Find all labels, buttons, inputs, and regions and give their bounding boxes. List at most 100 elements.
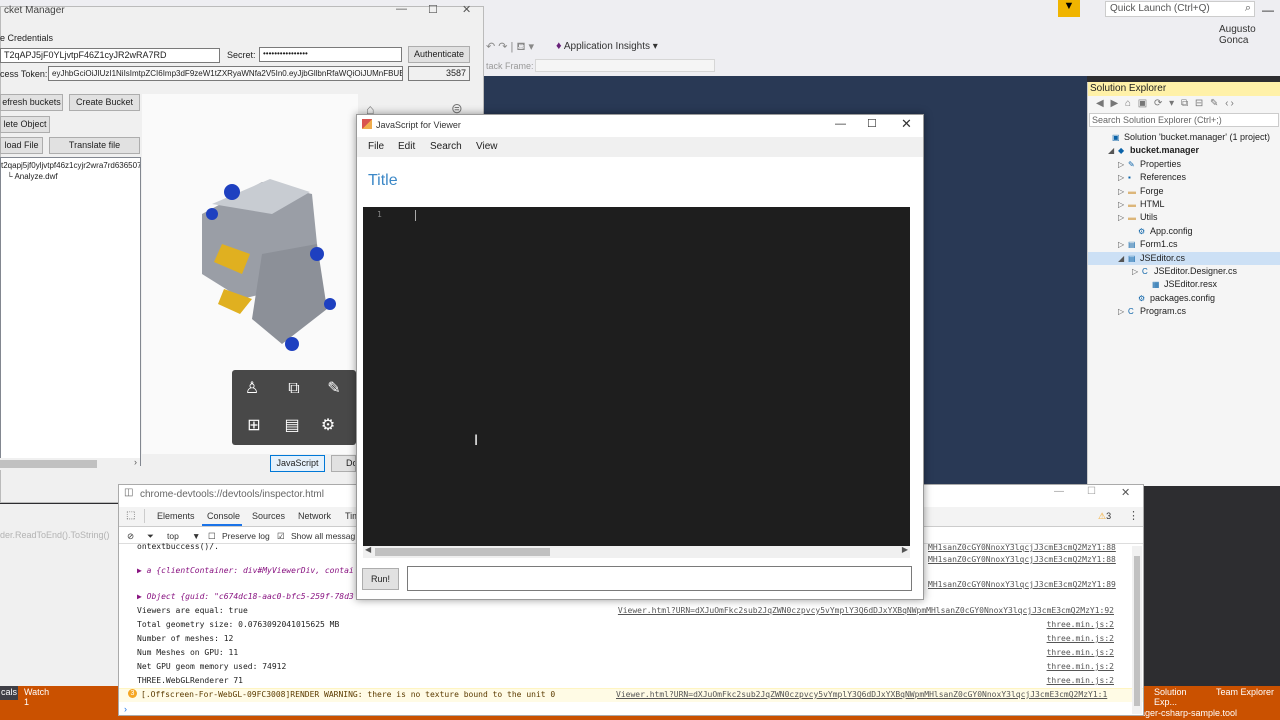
solution-explorer-toolbar[interactable]: ◀ ▶ ⌂ ▣ ⟳ ▾ ⧉ ⊟ ✎ ‹› <box>1088 96 1280 112</box>
expand-icon[interactable]: ▷ <box>1132 265 1142 278</box>
collapse-icon[interactable]: ◢ <box>1108 144 1118 157</box>
code-editor[interactable] <box>363 207 910 546</box>
solution-item[interactable]: ▷ C JSEditor.Designer.cs <box>1088 265 1280 278</box>
show-all-checkbox[interactable]: ☑ <box>277 531 285 542</box>
expand-icon[interactable]: ▷ <box>1118 238 1128 251</box>
solution-item[interactable]: ▷ ✎ Properties <box>1088 158 1280 171</box>
bucket-tree[interactable]: t2qapj5jf0yljvtpf46z1cyjr2wra7rd63650743… <box>0 157 141 466</box>
feedback-filter-icon[interactable]: ▼ <box>1058 0 1080 17</box>
tree-item-bucket[interactable]: t2qapj5jf0yljvtpf46z1cyjr2wra7rd63650743 <box>1 160 140 171</box>
app-insights-button[interactable]: ♦ Application Insights ▾ <box>556 40 658 52</box>
do-button[interactable]: Do <box>331 455 356 472</box>
close-icon[interactable]: ✕ <box>901 116 912 132</box>
expand-icon[interactable]: ▷ <box>1118 171 1128 184</box>
stack-frame-dropdown[interactable] <box>535 59 715 72</box>
scroll-left-icon[interactable]: ◀ <box>365 545 371 554</box>
run-button[interactable]: Run! <box>362 568 399 590</box>
solution-item[interactable]: ▷ ▬ HTML <box>1088 198 1280 211</box>
context-dropdown-icon[interactable]: ▼ <box>192 531 200 541</box>
close-icon[interactable]: ✕ <box>1121 486 1130 499</box>
scroll-thumb[interactable] <box>0 460 97 468</box>
tab-watch[interactable]: Watch 1 <box>20 686 60 707</box>
console-source-link[interactable]: three.min.js:2 <box>1047 676 1114 685</box>
solution-item[interactable]: ▷ ▤ Form1.cs <box>1088 238 1280 251</box>
expand-icon[interactable]: ▷ <box>1118 198 1128 211</box>
preserve-log-checkbox[interactable]: ☐ <box>208 531 216 542</box>
create-bucket-button[interactable]: Create Bucket <box>69 94 140 111</box>
clear-console-icon[interactable]: ⊘ <box>127 531 134 542</box>
expand-icon[interactable]: ▷ <box>1118 305 1128 318</box>
tree-horizontal-scrollbar[interactable]: › <box>0 457 140 470</box>
expires-in-field[interactable]: 3587 <box>408 66 470 81</box>
console-line[interactable]: ▶ Object {guid: "c674dc18-aac0-bfc5-259f… <box>137 592 354 601</box>
explode-icon[interactable]: ⧉ <box>276 372 312 406</box>
solution-search-input[interactable]: Search Solution Explorer (Ctrl+;) <box>1089 113 1279 127</box>
tab-console[interactable]: Console <box>207 511 240 521</box>
solution-item[interactable]: ⚙ App.config <box>1088 225 1280 238</box>
warning-count[interactable]: ⚠3 <box>1098 511 1111 522</box>
command-input[interactable] <box>407 566 912 591</box>
collapse-icon[interactable]: ◢ <box>1118 252 1128 265</box>
tree-item-file[interactable]: └ Analyze.dwf <box>1 171 140 182</box>
inspect-element-icon[interactable]: ⬚ <box>126 510 135 521</box>
solution-item[interactable]: ▷ ▪ References <box>1088 171 1280 184</box>
solution-item[interactable]: ▷ C Program.cs <box>1088 305 1280 318</box>
repo-name[interactable]: nager-csharp-sample.tool <box>1135 708 1237 718</box>
solution-item[interactable]: ▣ Solution 'bucket.manager' (1 project) <box>1088 131 1280 144</box>
console-source-link[interactable]: Viewer.html?URN=dXJuOmFkc2sub2JqZWN0czpv… <box>618 606 1114 615</box>
quick-launch-input[interactable]: Quick Launch (Ctrl+Q) ⌕ <box>1105 1 1255 17</box>
menu-search[interactable]: Search <box>430 141 462 152</box>
solution-item[interactable]: ◢ ◆ bucket.manager <box>1088 144 1280 157</box>
more-options-icon[interactable]: ⋮ <box>1128 509 1139 522</box>
person-icon[interactable]: ♙ <box>234 372 270 406</box>
tab-solution-explorer[interactable]: Solution Exp... <box>1151 686 1211 707</box>
signed-in-user[interactable]: Augusto Gonca <box>1219 24 1280 46</box>
maximize-icon[interactable]: ☐ <box>1087 486 1096 497</box>
filter-icon[interactable]: ⏷ <box>147 531 154 542</box>
tab-sources[interactable]: Sources <box>252 511 285 521</box>
model-tree-icon[interactable]: ⊞ <box>236 409 272 443</box>
access-token-input[interactable]: eyJhbGciOiJIUzI1NiIsImtpZCI6Imp3dF9zeW1t… <box>48 66 403 81</box>
scroll-thumb[interactable] <box>1134 556 1140 706</box>
authenticate-button[interactable]: Authenticate <box>408 46 470 63</box>
tab-elements[interactable]: Elements <box>157 511 195 521</box>
console-source-link[interactable]: MH1sanZ0cGY0NnoxY3lqcjJ3cmE3cmQ2MzY1:89 <box>928 580 1116 589</box>
console-source-link[interactable]: three.min.js:2 <box>1047 662 1114 671</box>
console-prompt-icon[interactable]: › <box>124 704 127 714</box>
maximize-icon[interactable]: ☐ <box>428 3 438 16</box>
minimize-icon[interactable]: — <box>1054 486 1064 497</box>
scroll-thumb[interactable] <box>375 548 550 556</box>
minimize-icon[interactable]: — <box>396 3 407 15</box>
solution-item[interactable]: ▦ JSEditor.resx <box>1088 278 1280 291</box>
close-icon[interactable]: ✕ <box>462 3 471 16</box>
vs-minimize-icon[interactable]: — <box>1262 3 1274 17</box>
scroll-right-icon[interactable]: ▶ <box>902 545 908 554</box>
maximize-icon[interactable]: ☐ <box>867 117 877 130</box>
refresh-buckets-button[interactable]: efresh buckets <box>0 94 63 111</box>
editor-horizontal-scrollbar[interactable]: ◀ ▶ <box>363 545 910 558</box>
tab-network[interactable]: Network <box>298 511 331 521</box>
secret-input[interactable]: •••••••••••••••• <box>259 47 402 62</box>
upload-file-button[interactable]: load File <box>0 137 43 154</box>
solution-item[interactable]: ⚙ packages.config <box>1088 292 1280 305</box>
client-id-input[interactable]: T2qAPJ5jF0YLjvtpF46Z1cyJR2wRA7RD <box>0 48 220 63</box>
console-source-link[interactable]: three.min.js:2 <box>1047 620 1114 629</box>
console-scrollbar[interactable] <box>1132 546 1142 714</box>
console-line[interactable]: ▶ a {clientContainer: div#MyViewerDiv, c… <box>137 566 354 575</box>
expand-icon[interactable]: ▷ <box>1118 158 1128 171</box>
console-source-link[interactable]: MH1sanZ0cGY0NnoxY3lqcjJ3cmE3cmQ2MzY1:88 <box>928 543 1116 552</box>
toolbar-icons[interactable]: ↶ ↷ | ⛾ ▾ <box>486 40 534 55</box>
tab-team-explorer[interactable]: Team Explorer <box>1213 686 1278 700</box>
tab-locals[interactable]: cals <box>0 686 18 700</box>
delete-object-button[interactable]: lete Object <box>0 116 50 133</box>
console-warning-source[interactable]: Viewer.html?URN=dXJuOmFkc2sub2JqZWN0czpv… <box>616 690 1107 699</box>
menu-view[interactable]: View <box>476 141 498 152</box>
console-source-link[interactable]: three.min.js:2 <box>1047 634 1114 643</box>
measure-icon[interactable]: ✎ <box>316 372 352 406</box>
context-select[interactable]: top <box>167 531 179 541</box>
console-source-link[interactable]: three.min.js:2 <box>1047 648 1114 657</box>
javascript-button[interactable]: JavaScript <box>270 455 325 472</box>
minimize-icon[interactable]: — <box>835 118 846 130</box>
solution-item[interactable]: ▷ ▬ Utils <box>1088 211 1280 224</box>
console-source-link[interactable]: MH1sanZ0cGY0NnoxY3lqcjJ3cmE3cmQ2MzY1:88 <box>928 555 1116 564</box>
